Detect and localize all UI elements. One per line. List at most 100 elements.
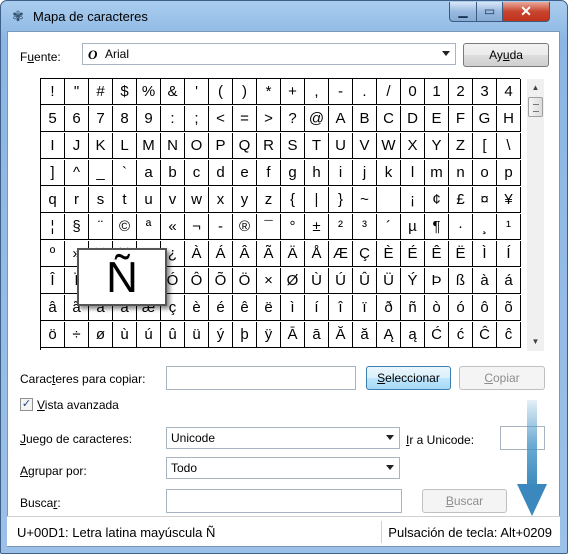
select-button[interactable]: Seleccionar <box>366 366 451 390</box>
character-cell[interactable]: ë <box>257 295 281 321</box>
character-cell[interactable]: Û <box>353 268 377 294</box>
character-cell[interactable]: É <box>401 241 425 267</box>
character-cell[interactable]: ï <box>353 295 377 321</box>
character-cell[interactable]: Ă <box>329 322 353 348</box>
character-cell[interactable]: 7 <box>89 106 113 132</box>
character-cell[interactable]: q <box>41 187 65 213</box>
character-cell[interactable]: G <box>473 106 497 132</box>
character-cell[interactable]: 5 <box>41 106 65 132</box>
character-cell[interactable]: F <box>449 106 473 132</box>
copy-button[interactable]: Copiar <box>459 366 545 390</box>
character-cell[interactable]: ª <box>137 214 161 240</box>
character-cell[interactable] <box>377 187 401 213</box>
character-cell[interactable]: 4 <box>497 79 521 105</box>
character-cell[interactable]: Æ <box>329 241 353 267</box>
character-cell[interactable]: d <box>209 160 233 186</box>
character-cell[interactable]: ^ <box>65 160 89 186</box>
character-cell[interactable]: Ā <box>281 322 305 348</box>
character-cell[interactable]: - <box>209 214 233 240</box>
character-cell[interactable]: l <box>401 160 425 186</box>
character-cell[interactable]: 6 <box>65 106 89 132</box>
copy-input[interactable] <box>166 366 356 390</box>
character-cell[interactable]: ¹ <box>497 214 521 240</box>
character-cell[interactable]: Ą <box>377 322 401 348</box>
character-cell[interactable]: X <box>401 133 425 159</box>
character-cell[interactable]: À <box>185 241 209 267</box>
character-cell[interactable]: f <box>257 160 281 186</box>
character-cell[interactable]: O <box>185 133 209 159</box>
character-cell[interactable]: y <box>233 187 257 213</box>
character-grid[interactable]: ! " # $% & '() * +, -./0 1 2 3 4 5 6 7 8 9:; < = >? @ A B C D E F G H… <box>40 78 521 350</box>
character-cell[interactable]: < <box>209 106 233 132</box>
character-cell[interactable]: b <box>161 160 185 186</box>
character-cell[interactable]: ¯ <box>257 214 281 240</box>
character-cell[interactable]: È <box>377 241 401 267</box>
character-cell[interactable]: ] <box>41 160 65 186</box>
character-cell[interactable]: | <box>305 187 329 213</box>
character-cell[interactable]: 1 <box>425 79 449 105</box>
character-cell[interactable]: ® <box>233 214 257 240</box>
character-cell[interactable]: } <box>329 187 353 213</box>
character-cell[interactable]: ¦ <box>41 214 65 240</box>
group-by-select[interactable]: Todo <box>166 457 400 479</box>
character-cell[interactable]: g <box>281 160 305 186</box>
character-cell[interactable]: s <box>89 187 113 213</box>
character-cell[interactable]: ø <box>89 322 113 348</box>
character-cell[interactable]: & <box>161 79 185 105</box>
character-cell[interactable]: Ú <box>329 268 353 294</box>
character-cell[interactable]: £ <box>449 187 473 213</box>
character-cell[interactable]: h <box>305 160 329 186</box>
character-cell[interactable]: ¥ <box>497 187 521 213</box>
character-cell[interactable]: U <box>329 133 353 159</box>
character-cell[interactable]: D <box>401 106 425 132</box>
search-button[interactable]: Buscar <box>422 489 507 513</box>
character-cell[interactable]: @ <box>305 106 329 132</box>
font-select[interactable]: O Arial <box>82 43 456 65</box>
character-cell[interactable]: Þ <box>425 268 449 294</box>
scroll-thumb[interactable] <box>528 97 543 117</box>
character-cell[interactable]: Ø <box>281 268 305 294</box>
character-cell[interactable]: u <box>137 187 161 213</box>
character-cell[interactable]: _ <box>89 160 113 186</box>
character-cell[interactable]: w <box>185 187 209 213</box>
character-cell[interactable]: 8 <box>113 106 137 132</box>
character-cell[interactable]: 0 <box>401 79 425 105</box>
character-cell[interactable]: m <box>425 160 449 186</box>
character-cell[interactable]: z <box>257 187 281 213</box>
character-cell[interactable]: é <box>209 295 233 321</box>
character-cell[interactable]: ( <box>209 79 233 105</box>
character-cell[interactable]: ĉ <box>497 322 521 348</box>
character-cell[interactable]: H <box>497 106 521 132</box>
character-cell[interactable]: Ù <box>305 268 329 294</box>
character-cell[interactable]: ¤ <box>473 187 497 213</box>
character-cell[interactable]: è <box>185 295 209 321</box>
title-bar[interactable]: ✾ Mapa de caracteres ▁ ▭ ✕ <box>1 1 567 31</box>
character-cell[interactable]: \ <box>497 133 521 159</box>
character-cell[interactable]: > <box>257 106 281 132</box>
character-cell[interactable]: * <box>257 79 281 105</box>
character-cell[interactable]: Z <box>449 133 473 159</box>
character-cell[interactable]: ; <box>185 106 209 132</box>
character-cell[interactable]: ß <box>449 268 473 294</box>
character-cell[interactable]: ´ <box>377 214 401 240</box>
character-cell[interactable]: © <box>113 214 137 240</box>
close-button[interactable]: ✕ <box>502 2 550 22</box>
character-cell[interactable]: Y <box>425 133 449 159</box>
character-cell[interactable]: á <box>497 268 521 294</box>
character-cell[interactable]: · <box>449 214 473 240</box>
character-cell[interactable]: þ <box>233 322 257 348</box>
character-cell[interactable]: º <box>41 241 65 267</box>
character-cell[interactable]: M <box>137 133 161 159</box>
help-button[interactable]: Ayuda <box>463 43 549 67</box>
character-cell[interactable]: e <box>233 160 257 186</box>
maximize-button[interactable]: ▭ <box>476 2 503 22</box>
character-cell[interactable]: ă <box>353 322 377 348</box>
character-cell[interactable]: c <box>185 160 209 186</box>
character-cell[interactable]: V <box>353 133 377 159</box>
character-cell[interactable]: ¸ <box>473 214 497 240</box>
character-cell[interactable]: Ü <box>377 268 401 294</box>
character-cell[interactable]: 9 <box>137 106 161 132</box>
character-cell[interactable]: ù <box>113 322 137 348</box>
advanced-view-checkbox[interactable]: ✓ <box>20 398 33 411</box>
character-cell[interactable]: v <box>161 187 185 213</box>
